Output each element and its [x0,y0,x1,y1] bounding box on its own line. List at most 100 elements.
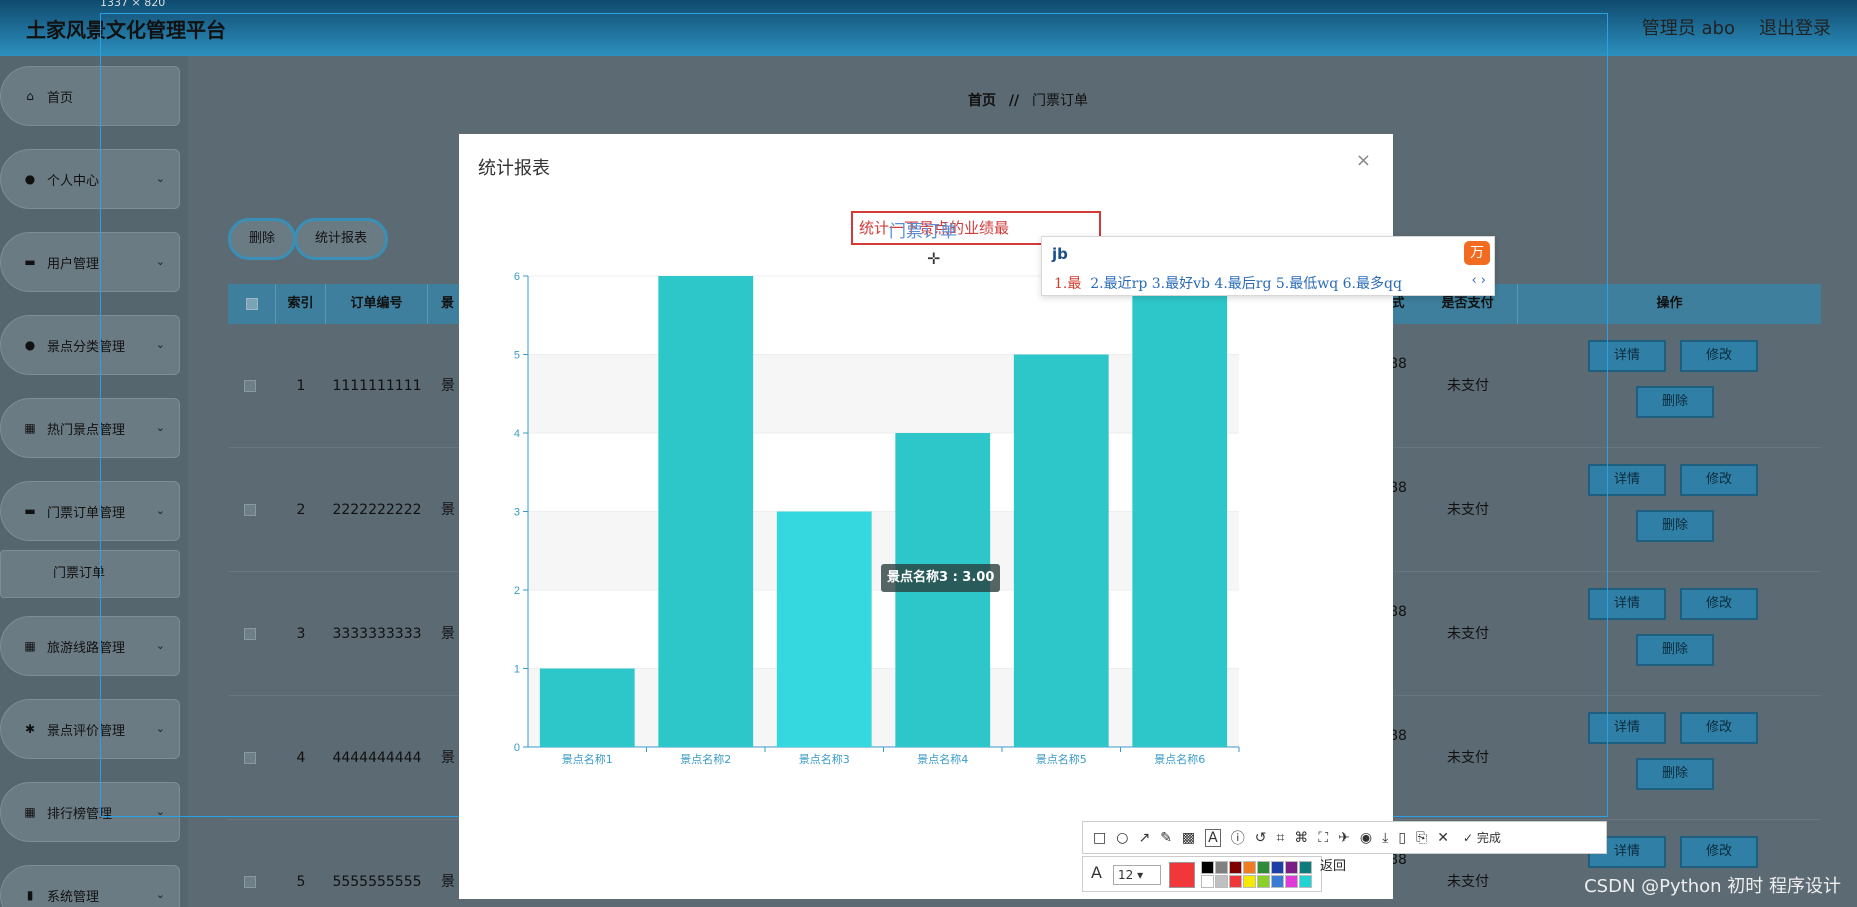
user-icon: ● [24,338,36,352]
row-delete-button[interactable]: 删除 [1636,634,1714,666]
color-swatch[interactable] [1229,875,1242,888]
sidebar-item-system[interactable]: ▮ 系统管理 ⌄ [0,865,180,907]
number-tool-icon[interactable]: ⓘ [1231,828,1245,848]
sidebar-item-category[interactable]: ● 景点分类管理 ⌄ [0,315,180,375]
sidebar-item-tickets[interactable]: ▬ 门票订单管理 ⌄ [0,481,180,541]
sidebar-item-rankings[interactable]: ▦ 排行榜管理 ⌄ [0,782,180,842]
logout-link[interactable]: 退出登录 [1759,14,1831,40]
detail-button[interactable]: 详情 [1588,588,1666,620]
header-select-all[interactable] [228,284,276,324]
header-index: 索引 [276,284,326,324]
ime-composition: jb [1052,245,1068,263]
detail-button[interactable]: 详情 [1588,340,1666,372]
undo-icon[interactable]: ↺ [1255,830,1267,846]
color-swatch[interactable] [1257,861,1270,874]
sidebar-item-hot-spots[interactable]: ▦ 热门景点管理 ⌄ [0,398,180,458]
font-size-select[interactable]: 12 ▾ [1113,865,1161,885]
breadcrumb-home[interactable]: 首页 [968,93,996,109]
color-swatch[interactable] [1285,861,1298,874]
current-color-swatch[interactable] [1169,862,1195,888]
breadcrumb-separator: // [1008,93,1020,109]
sidebar-item-label: 用户管理 [47,256,100,272]
sidebar: ⌂ 首页 ● 个人中心 ⌄ ▬ 用户管理 ⌄ ● 景点分类管理 ⌄ ▦ 热门景点… [0,56,188,907]
color-swatch[interactable] [1271,875,1284,888]
sidebar-item-home[interactable]: ⌂ 首页 [0,66,180,126]
close-icon[interactable]: ✕ [1437,830,1449,846]
sidebar-subitem-ticket-orders[interactable]: 门票订单 [0,550,180,598]
sidebar-item-users[interactable]: ▬ 用户管理 ⌄ [0,232,180,292]
row-delete-button[interactable]: 删除 [1636,758,1714,790]
y-tick-label: 6 [514,271,520,283]
y-tick-label: 1 [514,664,520,676]
ime-candidate-list[interactable]: 2.最近rp 3.最好vb 4.最后rg 5.最低wq 6.最多qq [1090,276,1402,292]
breadcrumb: 首页 // 门票订单 [968,90,1088,110]
row-delete-button[interactable]: 删除 [1636,510,1714,542]
mosaic-tool-icon[interactable]: ▩ [1182,830,1195,846]
sidebar-item-label: 系统管理 [47,889,100,905]
phone-icon[interactable]: ▯ [1398,830,1406,846]
header-right: 管理员 abo 退出登录 [1642,14,1831,40]
sidebar-item-label: 旅游线路管理 [47,640,126,656]
translate-icon[interactable]: ⌘ [1294,830,1308,846]
ellipse-tool-icon[interactable]: ○ [1116,830,1128,846]
color-swatch[interactable] [1299,861,1312,874]
color-swatch[interactable] [1201,861,1214,874]
row-checkbox[interactable] [244,752,256,764]
record-icon[interactable]: ◉ [1360,830,1372,846]
pin-icon[interactable]: ✈ [1338,830,1350,846]
detail-button[interactable]: 详情 [1588,464,1666,496]
color-swatch[interactable] [1201,875,1214,888]
row-delete-button[interactable]: 删除 [1636,386,1714,418]
color-swatch[interactable] [1271,861,1284,874]
row-checkbox[interactable] [244,504,256,516]
pen-tool-icon[interactable]: ✎ [1160,830,1172,846]
ime-candidate-first[interactable]: 1.最 [1054,276,1081,292]
color-swatch[interactable] [1243,861,1256,874]
y-tick-label: 5 [514,350,520,362]
sidebar-item-profile[interactable]: ● 个人中心 ⌄ [0,149,180,209]
close-icon[interactable]: × [1356,150,1371,171]
color-swatch[interactable] [1229,861,1242,874]
sidebar-item-reviews[interactable]: ✱ 景点评价管理 ⌄ [0,699,180,759]
edit-button[interactable]: 修改 [1680,712,1758,744]
ocr-icon[interactable]: ⌗ [1276,830,1284,846]
done-button[interactable]: ✓ 完成 [1463,829,1501,846]
chevron-down-icon: ⌄ [155,888,165,901]
edit-button[interactable]: 修改 [1680,836,1758,868]
rectangle-tool-icon[interactable]: □ [1093,830,1106,846]
ime-candidates[interactable]: 1.最 2.最近rp 3.最好vb 4.最后rg 5.最低wq 6.最多qq [1054,273,1402,293]
bookmark-icon[interactable]: ⎘ [1416,830,1427,846]
text-tool-icon[interactable]: A [1205,828,1221,847]
fullscreen-icon[interactable]: ⛶ [1318,830,1328,846]
y-tick-label: 2 [514,585,520,597]
color-swatch[interactable] [1243,875,1256,888]
breadcrumb-current: 门票订单 [1031,93,1088,109]
color-swatch[interactable] [1215,875,1228,888]
edit-button[interactable]: 修改 [1680,340,1758,372]
home-icon: ⌂ [26,89,34,103]
return-button[interactable]: 返回 [1320,855,1346,874]
sidebar-item-label: 排行榜管理 [47,806,113,822]
sidebar-item-label: 景点分类管理 [47,339,126,355]
x-tick-label: 景点名称1 [562,752,613,766]
detail-button[interactable]: 详情 [1588,712,1666,744]
edit-button[interactable]: 修改 [1680,464,1758,496]
report-button[interactable]: 统计报表 [294,218,388,260]
arrow-tool-icon[interactable]: ↗ [1138,830,1150,846]
delete-button[interactable]: 删除 [228,218,296,260]
color-swatch[interactable] [1285,875,1298,888]
color-swatch[interactable] [1299,875,1312,888]
download-icon[interactable]: ⤓ [1382,830,1388,846]
text-style-toolbar: A 12 ▾ [1082,856,1322,892]
row-checkbox[interactable] [244,628,256,640]
color-palette [1201,861,1312,888]
color-swatch[interactable] [1215,861,1228,874]
color-swatch[interactable] [1257,875,1270,888]
sidebar-item-routes[interactable]: ▦ 旅游线路管理 ⌄ [0,616,180,676]
ime-page-arrows[interactable]: ‹ › [1471,273,1486,288]
x-tick-label: 景点名称3 [799,752,850,766]
snip-toolbar: □ ○ ↗ ✎ ▩ A ⓘ ↺ ⌗ ⌘ ⛶ ✈ ◉ ⤓ ▯ ⎘ ✕ ✓ 完成 [1082,821,1607,854]
edit-button[interactable]: 修改 [1680,588,1758,620]
row-checkbox[interactable] [244,876,256,888]
row-checkbox[interactable] [244,380,256,392]
